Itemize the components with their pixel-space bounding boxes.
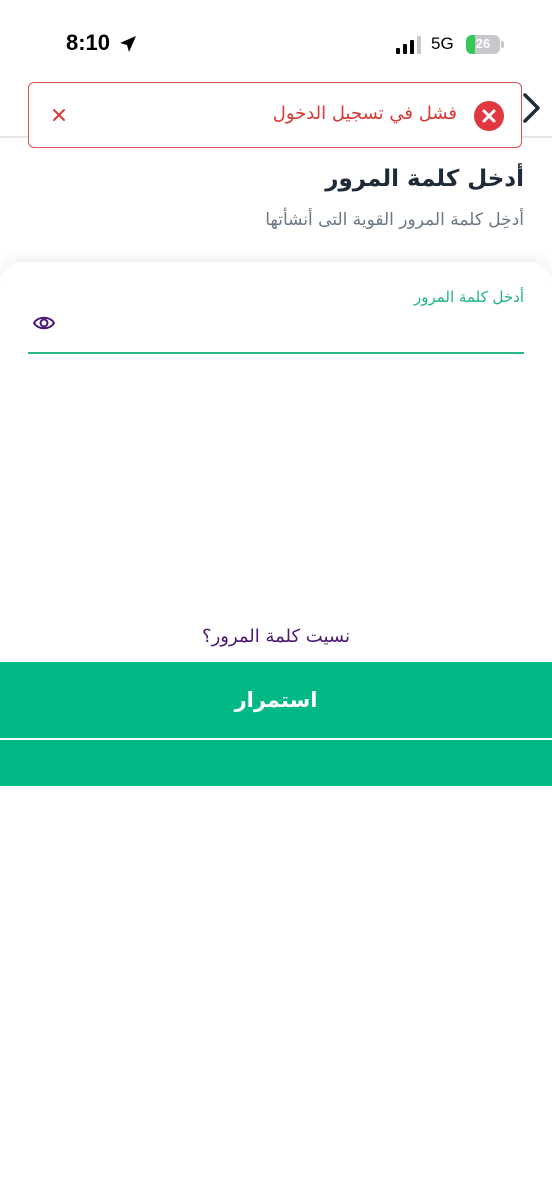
error-toast: فشل في تسجيل الدخول	[28, 82, 522, 148]
continue-button[interactable]: استمرار	[0, 662, 552, 738]
network-type: 5G	[431, 34, 454, 53]
page-subtitle: أدخِل كلمة المرور القوية التى أنشأتها	[265, 210, 524, 230]
password-field-label: أدخل كلمة المرور	[413, 288, 524, 306]
page-title: أدخل كلمة المرور	[325, 166, 524, 192]
close-icon[interactable]	[51, 107, 67, 123]
toast-message: فشل في تسجيل الدخول	[272, 103, 457, 124]
password-field-underline	[28, 352, 524, 354]
chevron-right-icon[interactable]	[520, 92, 542, 124]
battery-nub	[501, 41, 504, 48]
battery-level: 26	[475, 36, 491, 51]
battery-icon: 26	[466, 35, 500, 54]
eye-icon[interactable]	[32, 312, 56, 334]
password-input[interactable]	[68, 306, 520, 346]
status-time: 8:10	[66, 30, 111, 55]
login-password-screen: 8:10 5G 26 فشل في تسجيل الدخول أدخل كلمة…	[0, 0, 552, 1200]
location-arrow-icon	[120, 36, 136, 52]
bottom-band	[0, 740, 552, 786]
error-circle-icon	[474, 101, 504, 131]
forgot-password-link[interactable]: نسيت كلمة المرور؟	[0, 626, 552, 647]
cellular-signal-icon	[396, 36, 421, 54]
